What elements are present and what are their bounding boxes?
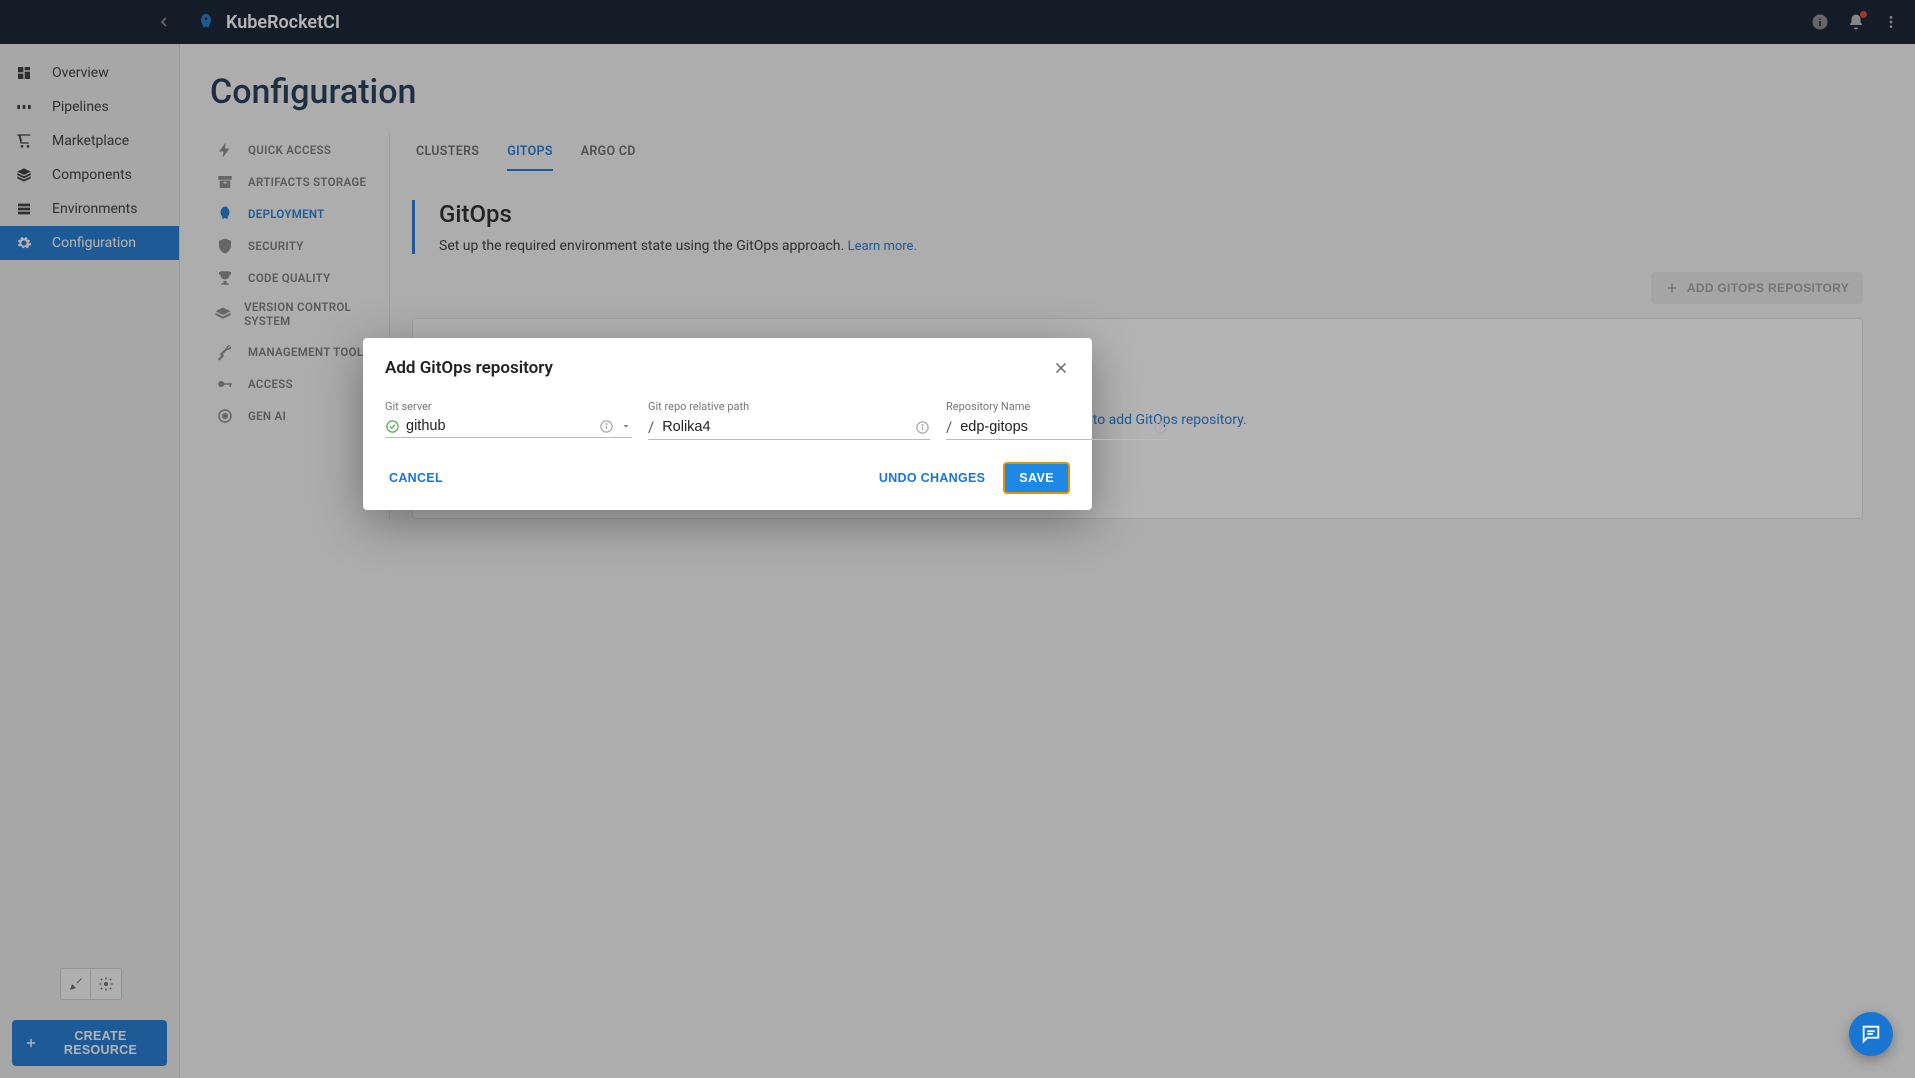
undo-changes-button[interactable]: UNDO CHANGES [875,465,989,491]
repo-name-label: Repository Name [946,400,1168,413]
info-icon[interactable] [1153,420,1168,435]
slash-prefix: / [648,418,656,436]
cancel-button[interactable]: CANCEL [385,465,447,491]
relpath-input[interactable] [662,419,909,435]
repo-name-input[interactable] [960,419,1147,435]
chat-fab[interactable] [1849,1012,1893,1056]
chevron-down-icon[interactable] [620,420,632,432]
repo-name-field: Repository Name / [946,400,1168,440]
modal-title: Add GitOps repository [385,358,553,378]
save-button[interactable]: SAVE [1003,462,1070,494]
git-server-field: Git server [385,400,632,440]
git-server-input[interactable] [406,418,593,434]
relpath-label: Git repo relative path [648,400,930,413]
close-icon[interactable] [1052,359,1070,377]
info-icon[interactable] [915,420,930,435]
slash-prefix: / [946,418,954,436]
relpath-field: Git repo relative path / [648,400,930,440]
check-circle-icon [385,419,400,434]
info-icon[interactable] [599,419,614,434]
modal-overlay[interactable] [0,0,1915,1078]
add-gitops-modal: Add GitOps repository Git server Git rep… [363,338,1092,510]
git-server-label: Git server [385,400,632,413]
